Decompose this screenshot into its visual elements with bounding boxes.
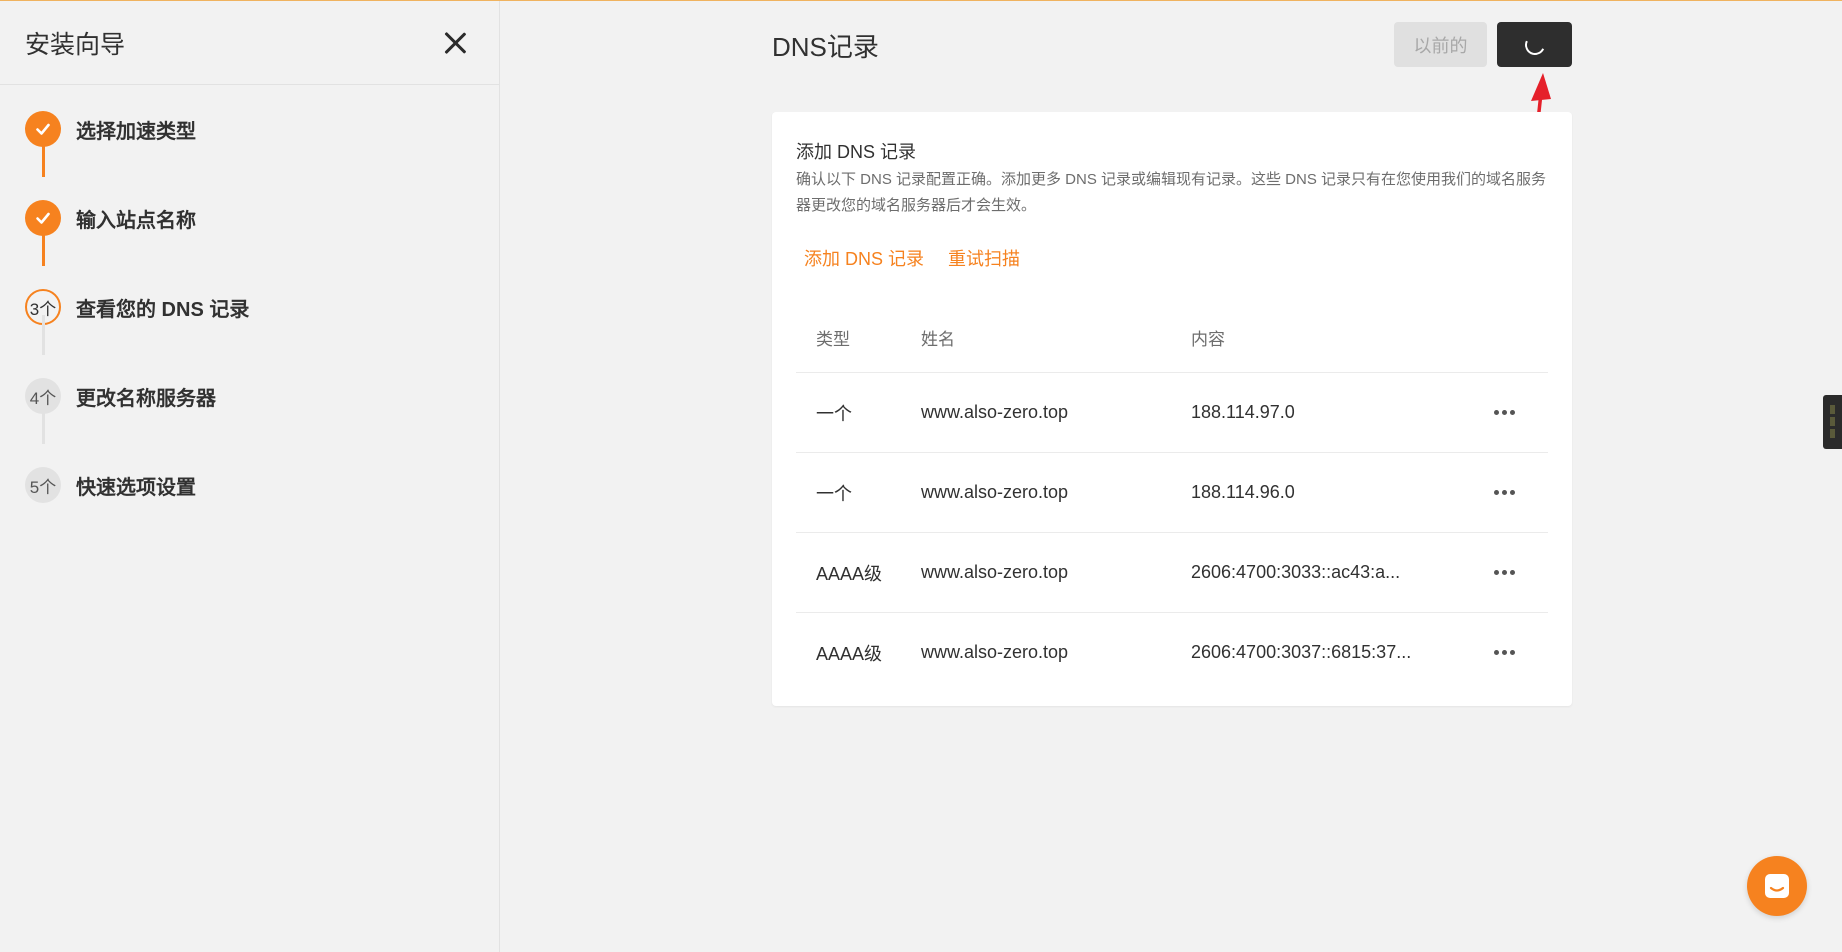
sidebar-title: 安装向导 bbox=[25, 30, 126, 59]
main-content: DNS记录 以前的 添加 DNS 记录 确认以下 DNS 记录配置正确。添加更多… bbox=[500, 1, 1842, 952]
add-dns-record-link[interactable]: 添加 DNS 记录 bbox=[804, 245, 924, 271]
record-content: 188.114.96.0 bbox=[1191, 482, 1295, 502]
rescan-link[interactable]: 重试扫描 bbox=[948, 245, 1020, 271]
step-4: 4个 更改名称服务器 bbox=[25, 378, 216, 414]
table-row: AAAA级 www.also-zero.top 2606:4700:3033::… bbox=[796, 533, 1548, 613]
dns-records-card: 添加 DNS 记录 确认以下 DNS 记录配置正确。添加更多 DNS 记录或编辑… bbox=[772, 112, 1572, 706]
step-3: 3个 查看您的 DNS 记录 bbox=[25, 289, 249, 325]
record-content: 2606:4700:3037::6815:37... bbox=[1191, 642, 1412, 662]
step-connector-4 bbox=[42, 404, 45, 444]
record-type: AAAA级 bbox=[816, 643, 883, 664]
dns-records-table: 类型 姓名 内容 一个 www.also-zero.top 188.114.97… bbox=[796, 302, 1548, 692]
row-actions bbox=[1461, 644, 1548, 661]
card-description: 确认以下 DNS 记录配置正确。添加更多 DNS 记录或编辑现有记录。这些 DN… bbox=[796, 171, 1547, 214]
record-type: AAAA级 bbox=[816, 563, 883, 584]
close-icon[interactable] bbox=[439, 27, 471, 59]
step-3-label: 查看您的 DNS 记录 bbox=[76, 298, 250, 321]
row-actions bbox=[1461, 564, 1548, 581]
more-horizontal-icon[interactable] bbox=[1488, 484, 1521, 501]
sidebar-header: 安装向导 bbox=[0, 1, 499, 85]
row-actions bbox=[1461, 404, 1548, 421]
record-name: www.also-zero.top bbox=[921, 562, 1069, 582]
record-content: 188.114.97.0 bbox=[1191, 402, 1295, 422]
step-2: 输入站点名称 bbox=[25, 200, 196, 236]
step-connector-2 bbox=[42, 226, 45, 266]
step-5: 5个 快速选项设置 bbox=[25, 467, 196, 503]
table-row: 一个 www.also-zero.top 188.114.96.0 bbox=[796, 453, 1548, 533]
step-1-label: 选择加速类型 bbox=[76, 120, 196, 143]
page-title: DNS记录 bbox=[772, 32, 879, 62]
record-type: 一个 bbox=[816, 483, 852, 504]
record-type: 一个 bbox=[816, 403, 852, 424]
row-actions bbox=[1461, 484, 1548, 501]
step-connector-1 bbox=[42, 137, 45, 177]
header-name: 姓名 bbox=[921, 329, 955, 349]
loading-spinner-icon bbox=[1521, 31, 1548, 58]
table-row: AAAA级 www.also-zero.top 2606:4700:3037::… bbox=[796, 613, 1548, 692]
table-header: 类型 姓名 内容 bbox=[796, 302, 1548, 373]
record-name: www.also-zero.top bbox=[921, 402, 1069, 422]
step-4-label: 更改名称服务器 bbox=[76, 387, 216, 410]
record-name: www.also-zero.top bbox=[921, 642, 1069, 662]
chat-icon bbox=[1765, 874, 1789, 898]
header-type: 类型 bbox=[816, 329, 850, 349]
card-actions: 添加 DNS 记录 重试扫描 bbox=[804, 245, 1020, 271]
check-icon bbox=[36, 212, 50, 224]
step-5-number: 5个 bbox=[25, 467, 61, 503]
card-title: 添加 DNS 记录 bbox=[796, 142, 917, 162]
step-2-label: 输入站点名称 bbox=[76, 209, 196, 232]
previous-button[interactable]: 以前的 bbox=[1394, 22, 1487, 67]
record-content: 2606:4700:3033::ac43:a... bbox=[1191, 562, 1401, 582]
setup-wizard-sidebar: 安装向导 选择加速类型 输入站点名称 3个 查看您的 DNS 记录 4个 更改名… bbox=[0, 1, 500, 952]
more-horizontal-icon[interactable] bbox=[1488, 564, 1521, 581]
main-header: DNS记录 以前的 bbox=[500, 1, 1842, 85]
side-widget-tab[interactable] bbox=[1823, 395, 1842, 449]
chat-button[interactable] bbox=[1747, 856, 1807, 916]
record-name: www.also-zero.top bbox=[921, 482, 1069, 502]
step-1: 选择加速类型 bbox=[25, 111, 196, 147]
page: 安装向导 选择加速类型 输入站点名称 3个 查看您的 DNS 记录 4个 更改名… bbox=[0, 0, 1842, 952]
continue-button[interactable] bbox=[1497, 22, 1572, 67]
header-content: 内容 bbox=[1191, 329, 1225, 349]
step-5-label: 快速选项设置 bbox=[76, 476, 196, 499]
table-row: 一个 www.also-zero.top 188.114.97.0 bbox=[796, 373, 1548, 453]
step-connector-3 bbox=[42, 315, 45, 355]
more-horizontal-icon[interactable] bbox=[1488, 404, 1521, 421]
check-icon bbox=[36, 123, 50, 135]
more-horizontal-icon[interactable] bbox=[1488, 644, 1521, 661]
